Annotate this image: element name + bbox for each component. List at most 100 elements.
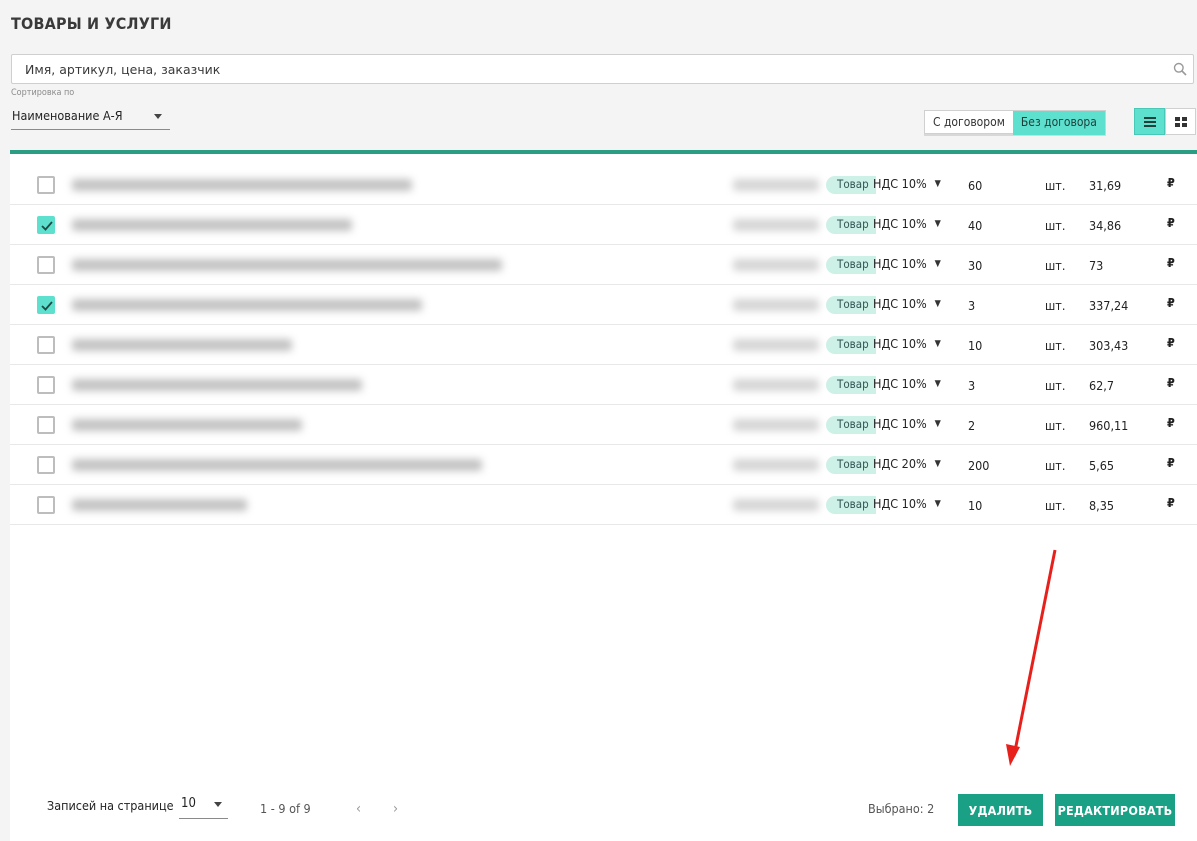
item-quantity: 10 bbox=[968, 338, 983, 353]
rows-per-page-label: Записей на странице bbox=[47, 798, 174, 813]
search-icon[interactable] bbox=[1173, 62, 1187, 76]
with-contract-button[interactable]: С договором bbox=[925, 111, 1013, 135]
currency-symbol: ₽ bbox=[1167, 215, 1175, 230]
item-unit: шт. bbox=[1045, 498, 1066, 513]
currency-symbol: ₽ bbox=[1167, 295, 1175, 310]
item-article-redacted bbox=[733, 259, 819, 271]
item-article-redacted bbox=[733, 459, 819, 471]
item-price: 62,7 bbox=[1089, 378, 1115, 393]
item-price: 31,69 bbox=[1089, 178, 1122, 193]
item-name-redacted bbox=[72, 339, 292, 351]
sort-caption: Сортировка по bbox=[11, 88, 75, 98]
vat-select[interactable]: НДС 10% ▼ bbox=[873, 256, 941, 271]
table-row[interactable]: Товар НДС 10% ▼ 3 шт. 62,7 ₽ bbox=[10, 366, 1197, 405]
row-checkbox[interactable] bbox=[37, 336, 55, 354]
without-contract-button[interactable]: Без договора bbox=[1012, 111, 1105, 135]
item-type-tag: Товар bbox=[826, 216, 876, 234]
checkmark-icon bbox=[41, 301, 53, 311]
vat-select[interactable]: НДС 10% ▼ bbox=[873, 296, 941, 311]
list-view-icon bbox=[1144, 117, 1156, 127]
chevron-down-icon: ▼ bbox=[934, 219, 941, 229]
table-row[interactable]: Товар НДС 10% ▼ 40 шт. 34,86 ₽ bbox=[10, 206, 1197, 245]
table-row[interactable]: Товар НДС 10% ▼ 60 шт. 31,69 ₽ bbox=[10, 166, 1197, 205]
grid-view-button[interactable] bbox=[1165, 108, 1196, 135]
row-checkbox[interactable] bbox=[37, 456, 55, 474]
item-article-redacted bbox=[733, 499, 819, 511]
currency-symbol: ₽ bbox=[1167, 255, 1175, 270]
sort-select[interactable]: Наименование А-Я bbox=[11, 104, 170, 130]
item-quantity: 30 bbox=[968, 258, 983, 273]
item-price: 8,35 bbox=[1089, 498, 1115, 513]
item-quantity: 60 bbox=[968, 178, 983, 193]
item-price: 303,43 bbox=[1089, 338, 1129, 353]
chevron-down-icon bbox=[154, 114, 162, 119]
rows-per-page-select[interactable]: 10 bbox=[179, 790, 228, 819]
currency-symbol: ₽ bbox=[1167, 335, 1175, 350]
currency-symbol: ₽ bbox=[1167, 375, 1175, 390]
item-name-redacted bbox=[72, 499, 247, 511]
chevron-down-icon: ▼ bbox=[934, 419, 941, 429]
currency-symbol: ₽ bbox=[1167, 175, 1175, 190]
item-article-redacted bbox=[733, 179, 819, 191]
table-row[interactable]: Товар НДС 10% ▼ 10 шт. 8,35 ₽ bbox=[10, 486, 1197, 525]
item-unit: шт. bbox=[1045, 258, 1066, 273]
annotation-arrow bbox=[1006, 549, 1057, 766]
item-unit: шт. bbox=[1045, 418, 1066, 433]
item-price: 34,86 bbox=[1089, 218, 1122, 233]
chevron-down-icon: ▼ bbox=[934, 179, 941, 189]
item-quantity: 40 bbox=[968, 218, 983, 233]
vat-value: НДС 20% bbox=[873, 456, 927, 471]
currency-symbol: ₽ bbox=[1167, 455, 1175, 470]
item-unit: шт. bbox=[1045, 338, 1066, 353]
vat-select[interactable]: НДС 10% ▼ bbox=[873, 176, 941, 191]
row-checkbox[interactable] bbox=[37, 176, 55, 194]
vat-select[interactable]: НДС 10% ▼ bbox=[873, 416, 941, 431]
item-article-redacted bbox=[733, 219, 819, 231]
table-row[interactable]: Товар НДС 10% ▼ 3 шт. 337,24 ₽ bbox=[10, 286, 1197, 325]
table-row[interactable]: Товар НДС 10% ▼ 30 шт. 73 ₽ bbox=[10, 246, 1197, 285]
list-view-button[interactable] bbox=[1134, 108, 1165, 135]
row-checkbox[interactable] bbox=[37, 496, 55, 514]
table-row[interactable]: Товар НДС 10% ▼ 2 шт. 960,11 ₽ bbox=[10, 406, 1197, 445]
view-mode-switch bbox=[1134, 108, 1197, 135]
edit-button[interactable]: РЕДАКТИРОВАТЬ bbox=[1055, 794, 1175, 826]
pagination-range: 1 - 9 of 9 bbox=[260, 801, 311, 816]
item-price: 5,65 bbox=[1089, 458, 1115, 473]
row-checkbox[interactable] bbox=[37, 416, 55, 434]
vat-select[interactable]: НДС 20% ▼ bbox=[873, 456, 941, 471]
vat-value: НДС 10% bbox=[873, 336, 927, 351]
vat-select[interactable]: НДС 10% ▼ bbox=[873, 496, 941, 511]
vat-select[interactable]: НДС 10% ▼ bbox=[873, 336, 941, 351]
vat-value: НДС 10% bbox=[873, 216, 927, 231]
vat-value: НДС 10% bbox=[873, 416, 927, 431]
item-name-redacted bbox=[72, 259, 502, 271]
item-price: 960,11 bbox=[1089, 418, 1129, 433]
prev-page-button[interactable]: ‹ bbox=[356, 801, 361, 817]
row-checkbox[interactable] bbox=[37, 216, 55, 234]
row-checkbox[interactable] bbox=[37, 256, 55, 274]
vat-value: НДС 10% bbox=[873, 496, 927, 511]
products-page: ТОВАРЫ И УСЛУГИ Сортировка по Наименован… bbox=[0, 0, 1197, 841]
table-row[interactable]: Товар НДС 20% ▼ 200 шт. 5,65 ₽ bbox=[10, 446, 1197, 485]
chevron-down-icon: ▼ bbox=[934, 299, 941, 309]
row-checkbox[interactable] bbox=[37, 376, 55, 394]
checkmark-icon bbox=[41, 221, 53, 231]
search-input[interactable] bbox=[12, 55, 1175, 83]
vat-select[interactable]: НДС 10% ▼ bbox=[873, 216, 941, 231]
vat-select[interactable]: НДС 10% ▼ bbox=[873, 376, 941, 391]
contract-toggle: С договором Без договора bbox=[924, 110, 1106, 135]
row-checkbox[interactable] bbox=[37, 296, 55, 314]
delete-button[interactable]: УДАЛИТЬ bbox=[958, 794, 1043, 826]
currency-symbol: ₽ bbox=[1167, 495, 1175, 510]
item-unit: шт. bbox=[1045, 178, 1066, 193]
item-name-redacted bbox=[72, 179, 412, 191]
chevron-down-icon: ▼ bbox=[934, 379, 941, 389]
chevron-down-icon: ▼ bbox=[934, 259, 941, 269]
next-page-button[interactable]: › bbox=[393, 801, 398, 817]
item-quantity: 2 bbox=[968, 418, 976, 433]
table-row[interactable]: Товар НДС 10% ▼ 10 шт. 303,43 ₽ bbox=[10, 326, 1197, 365]
vat-value: НДС 10% bbox=[873, 296, 927, 311]
page-title: ТОВАРЫ И УСЛУГИ bbox=[11, 14, 172, 33]
item-quantity: 10 bbox=[968, 498, 983, 513]
rows-per-page-value: 10 bbox=[181, 796, 196, 811]
